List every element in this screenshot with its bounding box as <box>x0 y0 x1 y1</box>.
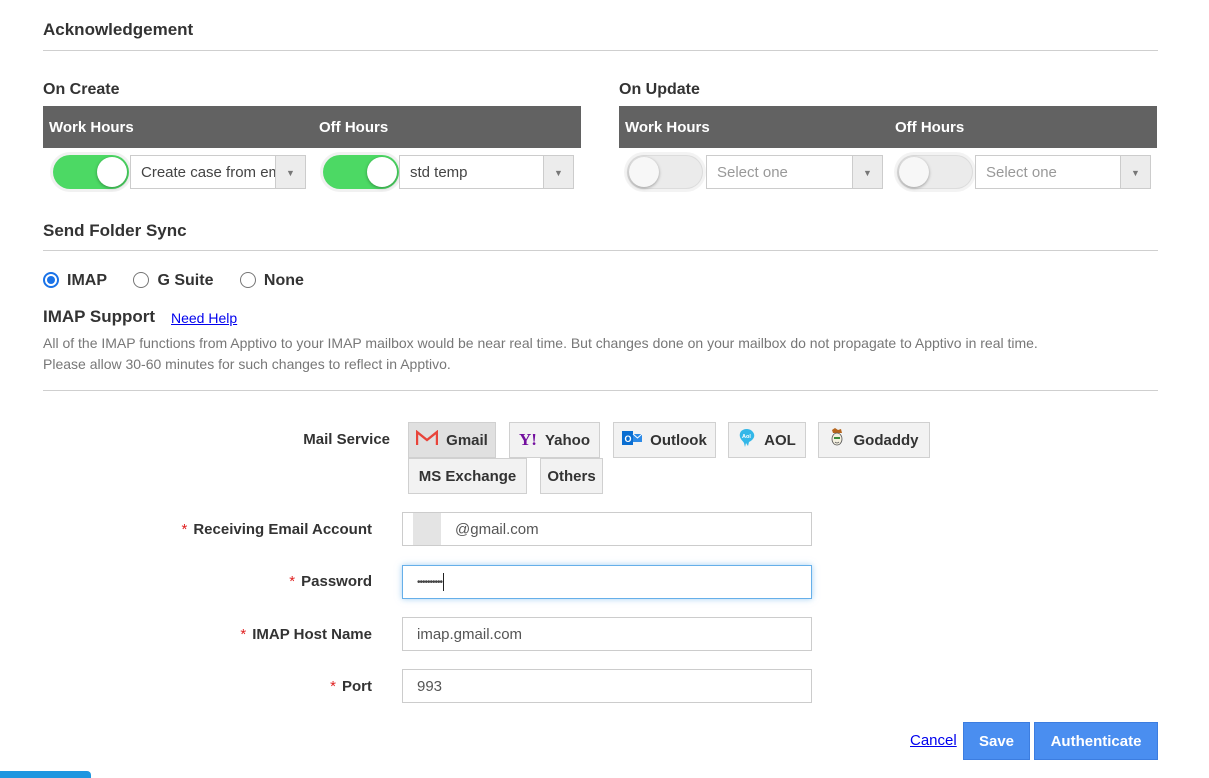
field-label: IMAP Host Name <box>252 626 372 643</box>
radio-label: G Suite <box>157 272 214 289</box>
port-label: * Port <box>150 678 372 695</box>
text-caret <box>443 573 445 591</box>
need-help-link[interactable]: Need Help <box>171 310 237 326</box>
chevron-down-icon: ▼ <box>1120 156 1150 188</box>
input-value: •••••••••• <box>417 576 443 588</box>
select-value: Create case from em <box>141 164 282 181</box>
service-label: Yahoo <box>544 431 590 449</box>
chevron-down-icon: ▼ <box>852 156 882 188</box>
imap-host-input[interactable]: imap.gmail.com <box>402 617 812 651</box>
on-update-work-hours-template-select[interactable]: Select one ▼ <box>706 155 883 189</box>
mail-service-godaddy-button[interactable]: Godaddy <box>818 422 930 458</box>
gmail-icon <box>415 429 439 450</box>
radio-g-suite[interactable]: G Suite <box>133 272 213 290</box>
description-line: All of the IMAP functions from Apptivo t… <box>43 335 1038 351</box>
service-label: Outlook <box>650 431 707 449</box>
on-create-work-hours-label: Work Hours <box>49 119 134 136</box>
input-value: @gmail.com <box>455 520 539 538</box>
service-label: AOL <box>764 431 796 449</box>
on-update-off-hours-label: Off Hours <box>895 119 965 136</box>
mail-service-outlook-button[interactable]: O Outlook <box>613 422 716 458</box>
on-update-heading: On Update <box>619 81 700 98</box>
acknowledgement-heading: Acknowledgement <box>43 20 194 39</box>
on-create-header-band: Work Hours Off Hours <box>43 106 581 148</box>
required-marker: * <box>240 626 247 643</box>
toggle-knob <box>97 157 127 187</box>
password-label: * Password <box>150 573 372 590</box>
imap-support-description: All of the IMAP functions from Apptivo t… <box>43 333 1153 375</box>
select-placeholder: Select one <box>986 164 1057 181</box>
radio-unchecked-icon <box>133 272 150 288</box>
mail-service-ms-exchange-button[interactable]: MS Exchange <box>408 458 527 494</box>
password-input[interactable]: •••••••••• <box>402 565 812 599</box>
radio-none[interactable]: None <box>239 272 304 290</box>
on-create-heading: On Create <box>43 81 120 98</box>
radio-imap[interactable]: IMAP <box>43 272 107 290</box>
required-marker: * <box>289 573 296 590</box>
send-folder-sync-divider <box>43 250 1158 251</box>
toggle-knob <box>899 157 929 187</box>
cancel-link[interactable]: Cancel <box>910 732 957 749</box>
authenticate-button[interactable]: Authenticate <box>1034 722 1158 760</box>
save-button[interactable]: Save <box>963 722 1030 760</box>
input-value: 993 <box>417 677 443 695</box>
mail-service-gmail-button[interactable]: Gmail <box>408 422 496 458</box>
receiving-email-label: * Receiving Email Account <box>150 521 372 538</box>
service-label: Godaddy <box>853 431 919 449</box>
redacted-block <box>413 513 441 545</box>
required-marker: * <box>330 678 336 695</box>
on-update-off-hours-toggle[interactable] <box>897 155 973 189</box>
on-update-off-hours-template-select[interactable]: Select one ▼ <box>975 155 1151 189</box>
service-label: Gmail <box>446 431 488 449</box>
radio-checked-icon <box>43 272 59 288</box>
on-create-off-hours-toggle[interactable] <box>323 155 399 189</box>
godaddy-icon <box>829 428 845 452</box>
on-create-work-hours-template-select[interactable]: Create case from em ▼ <box>130 155 306 189</box>
on-create-off-hours-label: Off Hours <box>319 119 389 136</box>
radio-label: IMAP <box>67 272 107 289</box>
mail-service-aol-button[interactable]: Aol AOL <box>728 422 806 458</box>
mail-service-yahoo-button[interactable]: Y! Yahoo <box>509 422 600 458</box>
receiving-email-input[interactable]: @gmail.com <box>402 512 812 546</box>
toggle-knob <box>367 157 397 187</box>
imap-support-divider <box>43 390 1158 391</box>
toggle-knob <box>629 157 659 187</box>
chevron-down-icon: ▼ <box>543 156 573 188</box>
on-update-header-band: Work Hours Off Hours <box>619 106 1157 148</box>
mail-service-others-button[interactable]: Others <box>540 458 603 494</box>
select-placeholder: Select one <box>717 164 788 181</box>
imap-host-label: * IMAP Host Name <box>150 626 372 643</box>
yahoo-icon: Y! <box>519 430 537 449</box>
chevron-down-icon: ▼ <box>275 156 305 188</box>
field-label: Receiving Email Account <box>193 521 372 538</box>
svg-text:Aol: Aol <box>742 434 751 440</box>
radio-unchecked-icon <box>239 272 256 288</box>
radio-label: None <box>263 272 304 289</box>
bottom-floating-tab[interactable] <box>0 771 91 778</box>
aol-icon: Aol <box>738 428 756 452</box>
field-label: Port <box>342 678 372 695</box>
service-label: MS Exchange <box>418 467 517 485</box>
send-folder-sync-heading: Send Folder Sync <box>43 221 187 240</box>
on-create-off-hours-template-select[interactable]: std temp ▼ <box>399 155 574 189</box>
on-update-work-hours-toggle[interactable] <box>627 155 703 189</box>
description-line: Please allow 30-60 minutes for such chan… <box>43 356 451 372</box>
sync-type-radio-group: IMAP G Suite None <box>43 272 326 290</box>
imap-support-heading: IMAP Support <box>43 307 156 326</box>
outlook-icon: O <box>622 429 643 451</box>
service-label: Others <box>547 467 596 485</box>
mail-service-label: Mail Service <box>303 431 390 448</box>
port-input[interactable]: 993 <box>402 669 812 703</box>
on-create-work-hours-toggle[interactable] <box>53 155 129 189</box>
select-value: std temp <box>410 164 468 181</box>
on-update-work-hours-label: Work Hours <box>625 119 710 136</box>
field-label: Password <box>301 573 372 590</box>
acknowledgement-divider <box>43 50 1158 51</box>
input-value: imap.gmail.com <box>417 625 523 643</box>
svg-text:O: O <box>625 434 632 444</box>
required-marker: * <box>181 521 188 538</box>
